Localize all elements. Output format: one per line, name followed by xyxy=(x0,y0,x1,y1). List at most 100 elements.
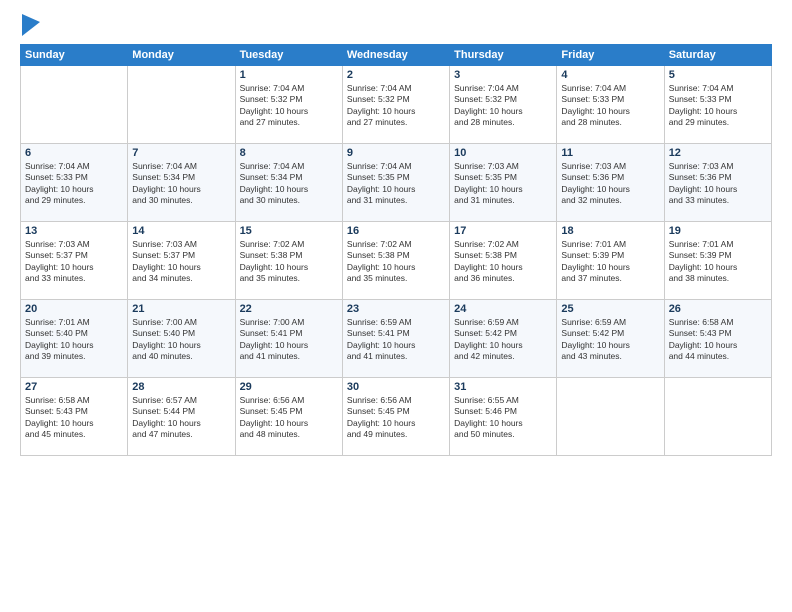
day-info: Sunrise: 7:01 AM Sunset: 5:40 PM Dayligh… xyxy=(25,317,123,363)
day-info: Sunrise: 7:03 AM Sunset: 5:37 PM Dayligh… xyxy=(132,239,230,285)
calendar-cell: 22 Sunrise: 7:00 AM Sunset: 5:41 PM Dayli… xyxy=(235,300,342,378)
logo-icon xyxy=(22,14,40,36)
day-number: 30 xyxy=(347,381,445,393)
calendar-cell: 28 Sunrise: 6:57 AM Sunset: 5:44 PM Dayli… xyxy=(128,378,235,456)
calendar-cell: 23 Sunrise: 6:59 AM Sunset: 5:41 PM Dayli… xyxy=(342,300,449,378)
day-number: 3 xyxy=(454,69,552,81)
day-number: 29 xyxy=(240,381,338,393)
day-info: Sunrise: 7:04 AM Sunset: 5:33 PM Dayligh… xyxy=(561,83,659,129)
calendar-cell: 17 Sunrise: 7:02 AM Sunset: 5:38 PM Dayli… xyxy=(450,222,557,300)
calendar-header-wednesday: Wednesday xyxy=(342,45,449,66)
day-info: Sunrise: 6:58 AM Sunset: 5:43 PM Dayligh… xyxy=(25,395,123,441)
calendar-header-monday: Monday xyxy=(128,45,235,66)
day-number: 9 xyxy=(347,147,445,159)
calendar-cell: 9 Sunrise: 7:04 AM Sunset: 5:35 PM Daylig… xyxy=(342,144,449,222)
day-number: 10 xyxy=(454,147,552,159)
calendar-cell: 14 Sunrise: 7:03 AM Sunset: 5:37 PM Dayli… xyxy=(128,222,235,300)
calendar-cell: 16Sunrise: 7:02 AM Sunset: 5:38 PM Dayli… xyxy=(342,222,449,300)
calendar-cell: 2 Sunrise: 7:04 AM Sunset: 5:32 PM Daylig… xyxy=(342,66,449,144)
calendar-cell: 27Sunrise: 6:58 AM Sunset: 5:43 PM Dayli… xyxy=(21,378,128,456)
calendar-cell: 15 Sunrise: 7:02 AM Sunset: 5:38 PM Dayli… xyxy=(235,222,342,300)
day-info: Sunrise: 7:02 AM Sunset: 5:38 PM Dayligh… xyxy=(347,239,445,285)
day-info: Sunrise: 6:59 AM Sunset: 5:42 PM Dayligh… xyxy=(561,317,659,363)
day-info: Sunrise: 7:04 AM Sunset: 5:35 PM Dayligh… xyxy=(347,161,445,207)
day-info: Sunrise: 7:02 AM Sunset: 5:38 PM Dayligh… xyxy=(240,239,338,285)
calendar-header-friday: Friday xyxy=(557,45,664,66)
day-info: Sunrise: 6:56 AM Sunset: 5:45 PM Dayligh… xyxy=(240,395,338,441)
calendar-week-row: 6 Sunrise: 7:04 AM Sunset: 5:33 PM Daylig… xyxy=(21,144,772,222)
day-info: Sunrise: 7:00 AM Sunset: 5:41 PM Dayligh… xyxy=(240,317,338,363)
calendar-cell: 6 Sunrise: 7:04 AM Sunset: 5:33 PM Daylig… xyxy=(21,144,128,222)
day-info: Sunrise: 7:02 AM Sunset: 5:38 PM Dayligh… xyxy=(454,239,552,285)
calendar-header-row: SundayMondayTuesdayWednesdayThursdayFrid… xyxy=(21,45,772,66)
calendar-cell: 11 Sunrise: 7:03 AM Sunset: 5:36 PM Dayli… xyxy=(557,144,664,222)
calendar-header-tuesday: Tuesday xyxy=(235,45,342,66)
day-number: 19 xyxy=(669,225,767,237)
day-info: Sunrise: 7:04 AM Sunset: 5:34 PM Dayligh… xyxy=(240,161,338,207)
day-info: Sunrise: 7:03 AM Sunset: 5:36 PM Dayligh… xyxy=(669,161,767,207)
day-info: Sunrise: 6:56 AM Sunset: 5:45 PM Dayligh… xyxy=(347,395,445,441)
calendar-cell: 12Sunrise: 7:03 AM Sunset: 5:36 PM Dayli… xyxy=(664,144,771,222)
logo xyxy=(20,18,40,36)
day-number: 11 xyxy=(561,147,659,159)
calendar-week-row: 1 Sunrise: 7:04 AM Sunset: 5:32 PM Daylig… xyxy=(21,66,772,144)
calendar-cell: 21Sunrise: 7:00 AM Sunset: 5:40 PM Dayli… xyxy=(128,300,235,378)
day-number: 2 xyxy=(347,69,445,81)
calendar-cell: 4 Sunrise: 7:04 AM Sunset: 5:33 PM Daylig… xyxy=(557,66,664,144)
calendar-cell: 13 Sunrise: 7:03 AM Sunset: 5:37 PM Dayli… xyxy=(21,222,128,300)
calendar-table: SundayMondayTuesdayWednesdayThursdayFrid… xyxy=(20,44,772,456)
day-number: 17 xyxy=(454,225,552,237)
day-number: 24 xyxy=(454,303,552,315)
day-number: 21 xyxy=(132,303,230,315)
day-info: Sunrise: 7:03 AM Sunset: 5:37 PM Dayligh… xyxy=(25,239,123,285)
day-number: 18 xyxy=(561,225,659,237)
day-number: 14 xyxy=(132,225,230,237)
day-info: Sunrise: 7:03 AM Sunset: 5:36 PM Dayligh… xyxy=(561,161,659,207)
day-info: Sunrise: 6:58 AM Sunset: 5:43 PM Dayligh… xyxy=(669,317,767,363)
day-number: 7 xyxy=(132,147,230,159)
calendar-cell xyxy=(128,66,235,144)
day-number: 23 xyxy=(347,303,445,315)
calendar-cell: 5 Sunrise: 7:04 AM Sunset: 5:33 PM Daylig… xyxy=(664,66,771,144)
page-header xyxy=(20,18,772,36)
calendar-header-sunday: Sunday xyxy=(21,45,128,66)
calendar-week-row: 20 Sunrise: 7:01 AM Sunset: 5:40 PM Dayli… xyxy=(21,300,772,378)
day-info: Sunrise: 6:59 AM Sunset: 5:41 PM Dayligh… xyxy=(347,317,445,363)
calendar-cell: 30 Sunrise: 6:56 AM Sunset: 5:45 PM Dayli… xyxy=(342,378,449,456)
calendar-cell xyxy=(21,66,128,144)
calendar-cell xyxy=(557,378,664,456)
day-info: Sunrise: 7:04 AM Sunset: 5:32 PM Dayligh… xyxy=(347,83,445,129)
calendar-week-row: 13 Sunrise: 7:03 AM Sunset: 5:37 PM Dayli… xyxy=(21,222,772,300)
day-info: Sunrise: 7:04 AM Sunset: 5:32 PM Dayligh… xyxy=(454,83,552,129)
day-number: 26 xyxy=(669,303,767,315)
day-number: 5 xyxy=(669,69,767,81)
calendar-cell: 26 Sunrise: 6:58 AM Sunset: 5:43 PM Dayli… xyxy=(664,300,771,378)
calendar-cell: 3 Sunrise: 7:04 AM Sunset: 5:32 PM Daylig… xyxy=(450,66,557,144)
day-info: Sunrise: 7:04 AM Sunset: 5:33 PM Dayligh… xyxy=(25,161,123,207)
day-number: 6 xyxy=(25,147,123,159)
day-info: Sunrise: 6:57 AM Sunset: 5:44 PM Dayligh… xyxy=(132,395,230,441)
calendar-cell: 24Sunrise: 6:59 AM Sunset: 5:42 PM Dayli… xyxy=(450,300,557,378)
day-number: 4 xyxy=(561,69,659,81)
day-number: 15 xyxy=(240,225,338,237)
calendar-page: SundayMondayTuesdayWednesdayThursdayFrid… xyxy=(0,0,792,612)
day-number: 1 xyxy=(240,69,338,81)
day-number: 20 xyxy=(25,303,123,315)
calendar-cell: 20 Sunrise: 7:01 AM Sunset: 5:40 PM Dayli… xyxy=(21,300,128,378)
day-number: 22 xyxy=(240,303,338,315)
day-info: Sunrise: 7:04 AM Sunset: 5:33 PM Dayligh… xyxy=(669,83,767,129)
calendar-cell: 8Sunrise: 7:04 AM Sunset: 5:34 PM Daylig… xyxy=(235,144,342,222)
calendar-cell xyxy=(664,378,771,456)
day-info: Sunrise: 6:55 AM Sunset: 5:46 PM Dayligh… xyxy=(454,395,552,441)
day-number: 31 xyxy=(454,381,552,393)
calendar-cell: 25Sunrise: 6:59 AM Sunset: 5:42 PM Dayli… xyxy=(557,300,664,378)
calendar-cell: 10Sunrise: 7:03 AM Sunset: 5:35 PM Dayli… xyxy=(450,144,557,222)
day-number: 13 xyxy=(25,225,123,237)
calendar-cell: 19 Sunrise: 7:01 AM Sunset: 5:39 PM Dayli… xyxy=(664,222,771,300)
day-number: 28 xyxy=(132,381,230,393)
day-info: Sunrise: 7:04 AM Sunset: 5:32 PM Dayligh… xyxy=(240,83,338,129)
day-info: Sunrise: 7:01 AM Sunset: 5:39 PM Dayligh… xyxy=(669,239,767,285)
calendar-header-saturday: Saturday xyxy=(664,45,771,66)
calendar-week-row: 27Sunrise: 6:58 AM Sunset: 5:43 PM Dayli… xyxy=(21,378,772,456)
day-info: Sunrise: 7:01 AM Sunset: 5:39 PM Dayligh… xyxy=(561,239,659,285)
